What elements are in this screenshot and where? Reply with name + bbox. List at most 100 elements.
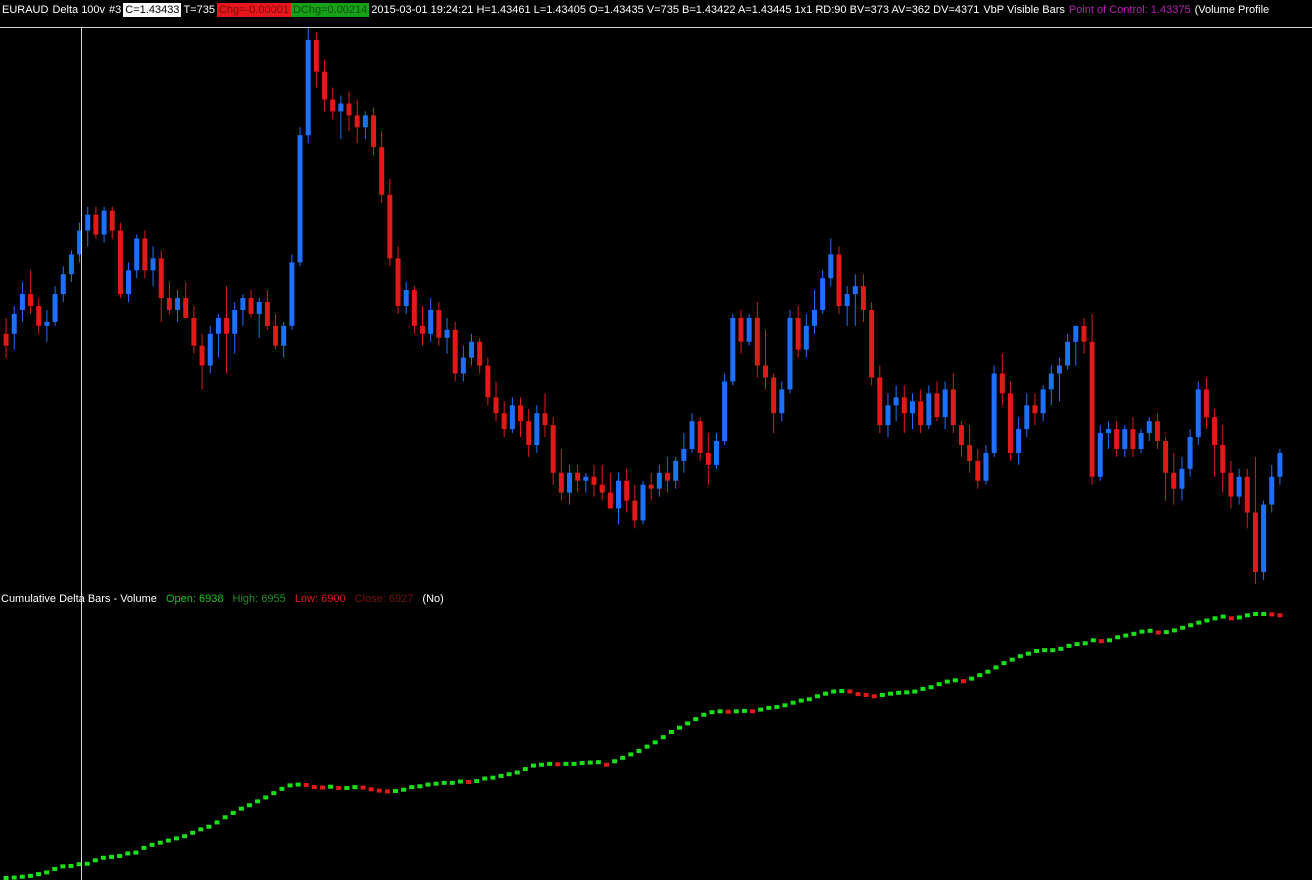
delta-bar: [490, 775, 496, 780]
delta-bar: [449, 780, 455, 785]
candle-body: [599, 484, 605, 493]
delta-bar: [1277, 613, 1283, 618]
delta-bar: [84, 861, 90, 866]
candle-body: [1089, 341, 1095, 477]
candle-body: [371, 115, 377, 148]
candle-body: [1024, 405, 1030, 430]
delta-bar: [709, 710, 715, 715]
delta-bar: [482, 776, 488, 781]
candle-body: [844, 294, 850, 306]
price-chart[interactable]: [0, 28, 1312, 588]
delta-bar: [871, 694, 877, 699]
delta-bar: [311, 785, 317, 790]
delta-bar: [814, 694, 820, 699]
candle-body: [207, 333, 213, 366]
change-value: Chg=-0.00001: [216, 3, 291, 17]
candle-body: [558, 472, 564, 493]
candles-group: [3, 28, 1283, 584]
cumulative-delta-chart[interactable]: [0, 610, 1312, 880]
delta-bar: [466, 779, 472, 784]
candle-body: [616, 480, 622, 509]
candle-body: [803, 325, 809, 350]
candle-body: [648, 484, 654, 489]
delta-bar: [1269, 612, 1275, 617]
delta-bar: [993, 665, 999, 670]
delta-bar: [522, 767, 528, 772]
delta-bar: [344, 785, 350, 790]
delta-bar: [1123, 633, 1129, 638]
delta-bar: [985, 669, 991, 674]
candle-body: [942, 389, 948, 418]
candle-body: [460, 357, 466, 374]
delta-bar: [823, 691, 829, 696]
delta-bar: [295, 782, 301, 787]
candle-body: [518, 405, 524, 422]
delta-bar: [1236, 615, 1242, 620]
delta-bar: [198, 827, 204, 832]
delta-bar: [1131, 631, 1137, 636]
candle-body: [885, 405, 891, 426]
candle-body: [1081, 325, 1087, 342]
candle-body: [852, 286, 858, 295]
candle-body: [477, 341, 483, 366]
delta-bar: [620, 755, 626, 760]
candle-body: [109, 210, 115, 231]
delta-bar: [701, 712, 707, 717]
candle-body: [909, 401, 915, 414]
candle-body: [607, 492, 613, 509]
delta-bar: [547, 761, 553, 766]
delta-bar: [904, 690, 910, 695]
delta-bar: [668, 730, 674, 735]
candle-body: [1032, 405, 1038, 414]
delta-bar: [133, 850, 139, 855]
candle-body: [705, 452, 711, 465]
candle-body: [534, 413, 540, 445]
candle-body: [1261, 504, 1267, 573]
delta-bar: [1228, 616, 1234, 621]
study-open: Open: 6938: [165, 593, 224, 605]
delta-bar: [506, 772, 512, 777]
delta-bar: [157, 840, 163, 845]
delta-bar: [677, 725, 683, 730]
candle-body: [828, 254, 834, 279]
candle-body: [313, 39, 319, 72]
delta-bar: [652, 740, 658, 745]
candle-body: [1252, 512, 1258, 573]
candle-body: [232, 309, 238, 334]
candle-body: [893, 397, 899, 406]
delta-bar: [863, 692, 869, 697]
delta-bar: [660, 735, 666, 740]
delta-bar: [1253, 612, 1259, 616]
delta-bar: [1082, 641, 1088, 646]
candle-body: [493, 397, 499, 414]
delta-bar: [936, 682, 942, 687]
candle-body: [501, 413, 507, 430]
delta-bar: [368, 787, 374, 792]
delta-bar: [320, 785, 325, 790]
delta-bar: [417, 784, 423, 789]
candle-body: [289, 262, 295, 326]
candle-body: [346, 103, 352, 116]
delta-bar: [1204, 618, 1210, 623]
delta-bar: [287, 783, 293, 788]
delta-bar: [182, 834, 188, 839]
delta-bar: [1115, 635, 1121, 640]
candle-body: [11, 313, 17, 334]
candle-body: [19, 294, 25, 310]
candle-body: [640, 484, 646, 521]
delta-bar: [1034, 649, 1040, 654]
study-name: Cumulative Delta Bars - Volume: [1, 593, 157, 605]
candle-body: [1105, 429, 1111, 434]
candle-body: [1138, 433, 1144, 449]
candle-body: [811, 309, 817, 326]
candle-body: [436, 309, 442, 338]
candle-body: [664, 472, 670, 481]
delta-bar: [360, 785, 366, 790]
candle-body: [44, 321, 50, 326]
delta-bar: [579, 761, 585, 766]
candle-body: [256, 302, 262, 314]
delta-bar: [530, 763, 536, 768]
candle-body: [673, 460, 679, 481]
candle-body: [950, 389, 956, 426]
trades-value: T=735: [183, 4, 215, 16]
